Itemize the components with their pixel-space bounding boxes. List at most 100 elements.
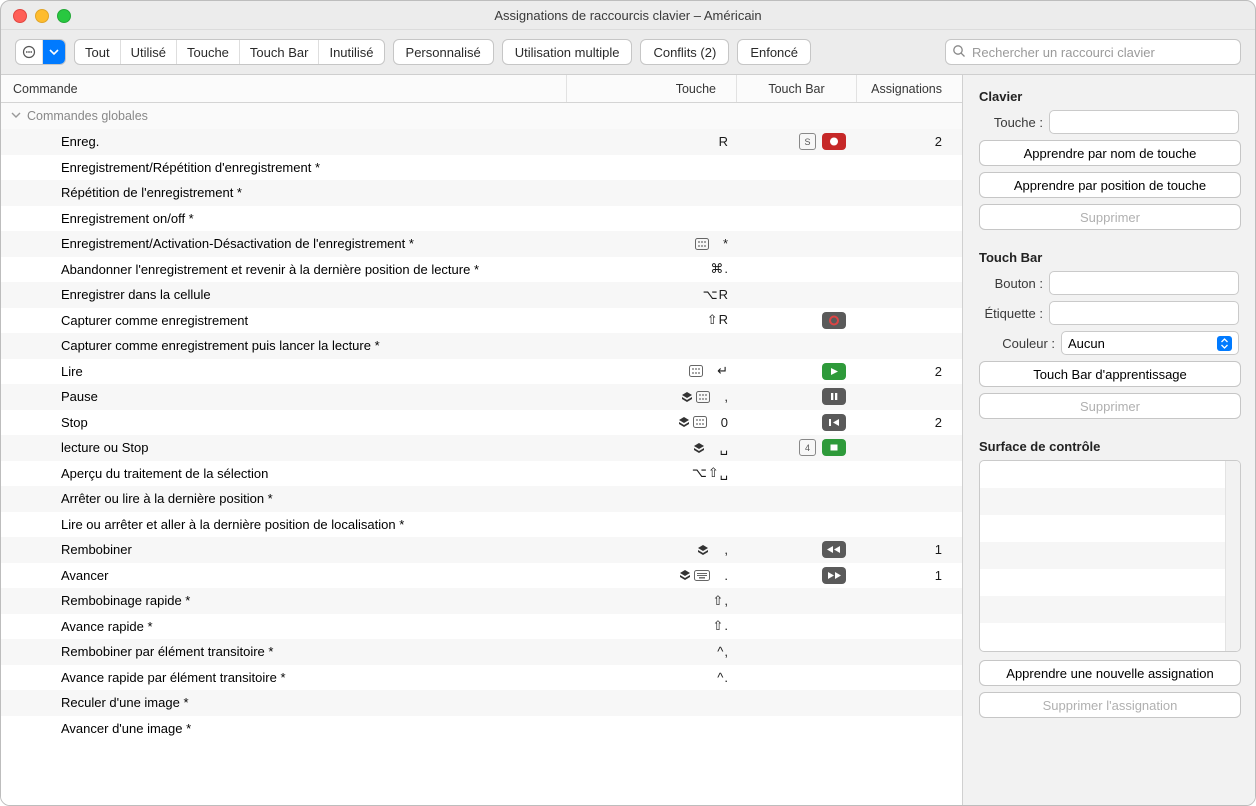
touchbar-cell <box>737 486 857 512</box>
assignments-cell <box>857 257 962 283</box>
command-cell: Rembobiner par élément transitoire * <box>1 639 567 665</box>
command-label: Capturer comme enregistrement <box>61 313 248 328</box>
col-key[interactable]: Touche <box>567 75 737 102</box>
learn-by-name-button[interactable]: Apprendre par nom de touche <box>979 140 1241 166</box>
learn-assignment-button[interactable]: Apprendre une nouvelle assignation <box>979 660 1241 686</box>
command-cell: Enregistrement/Activation-Désactivation … <box>1 231 567 257</box>
minimize-icon[interactable] <box>35 9 49 23</box>
table-row[interactable]: Avance rapide par élément transitoire *^… <box>1 665 962 691</box>
assignments-cell <box>857 206 962 232</box>
pressed-button[interactable]: Enfoncé <box>737 39 811 65</box>
disclosure-icon[interactable] <box>11 109 21 123</box>
command-label: Stop <box>61 415 88 430</box>
table-row[interactable]: Enregistrement/Répétition d'enregistreme… <box>1 155 962 181</box>
touchbar-pause-icon <box>821 388 847 405</box>
customized-button[interactable]: Personnalisé <box>393 39 494 65</box>
assignments-cell <box>857 690 962 716</box>
filter-utilise[interactable]: Utilisé <box>121 40 177 64</box>
table-row[interactable]: Lire ou arrêter et aller à la dernière p… <box>1 512 962 538</box>
search-field[interactable] <box>945 39 1241 65</box>
command-label: Répétition de l'enregistrement * <box>61 185 242 200</box>
table-row[interactable]: Enreg.RS2 <box>1 129 962 155</box>
learn-by-position-button[interactable]: Apprendre par position de touche <box>979 172 1241 198</box>
command-label: Enregistrement/Répétition d'enregistreme… <box>61 160 320 175</box>
col-touchbar[interactable]: Touch Bar <box>737 75 857 102</box>
key-cell: ↵ <box>567 359 737 385</box>
tb-label-label: Étiquette : <box>979 306 1043 321</box>
table-row[interactable]: Arrêter ou lire à la dernière position * <box>1 486 962 512</box>
filter-touchbar[interactable]: Touch Bar <box>240 40 320 64</box>
filter-inutilise[interactable]: Inutilisé <box>319 40 383 64</box>
col-command[interactable]: Commande <box>1 75 567 102</box>
table-row[interactable]: Rembobinage rapide *⇧, <box>1 588 962 614</box>
touchbar-learn-button[interactable]: Touch Bar d'apprentissage <box>979 361 1241 387</box>
list-item[interactable] <box>980 461 1225 488</box>
touchbar-index-box: S <box>799 133 816 150</box>
command-label: Rembobinage rapide * <box>61 593 190 608</box>
table-row[interactable]: lecture ou Stop␣4 <box>1 435 962 461</box>
table-row[interactable]: Aperçu du traitement de la sélection⌥⇧␣ <box>1 461 962 487</box>
tb-label-input[interactable] <box>1049 301 1239 325</box>
search-input[interactable] <box>945 39 1241 65</box>
key-input[interactable] <box>1049 110 1239 134</box>
table-row[interactable]: Avance rapide *⇧. <box>1 614 962 640</box>
filter-touche[interactable]: Touche <box>177 40 240 64</box>
conflicts-button[interactable]: Conflits (2) <box>640 39 729 65</box>
table-row[interactable]: Avancer d'une image * <box>1 716 962 742</box>
section-header[interactable]: Commandes globales <box>1 103 962 129</box>
key-cell: ⇧R <box>567 308 737 334</box>
control-surface-list[interactable] <box>979 460 1241 652</box>
key-value: ^, <box>717 644 729 659</box>
multiple-use-button[interactable]: Utilisation multiple <box>502 39 633 65</box>
ellipsis-icon[interactable] <box>16 40 43 64</box>
list-item[interactable] <box>980 596 1225 623</box>
assignments-cell <box>857 384 962 410</box>
delete-assignment-button[interactable]: Supprimer l'assignation <box>979 692 1241 718</box>
scrollbar[interactable] <box>1225 461 1240 651</box>
command-label: Enregistrer dans la cellule <box>61 287 211 302</box>
table-row[interactable]: Pause, <box>1 384 962 410</box>
key-value: ⇧. <box>712 618 729 634</box>
view-mode-pill[interactable] <box>15 39 66 65</box>
table-body[interactable]: Commandes globales Enreg.RS2 Enregistreme… <box>1 103 962 805</box>
list-item[interactable] <box>980 569 1225 596</box>
keyboard-delete-button[interactable]: Supprimer <box>979 204 1241 230</box>
key-cell: ^. <box>567 665 737 691</box>
assignments-cell <box>857 486 962 512</box>
filter-tout[interactable]: Tout <box>75 40 121 64</box>
table-row[interactable]: Reculer d'une image * <box>1 690 962 716</box>
key-value: ⌘. <box>710 261 729 277</box>
table-row[interactable]: Enregistrement on/off * <box>1 206 962 232</box>
touchbar-delete-button[interactable]: Supprimer <box>979 393 1241 419</box>
table-row[interactable]: Rembobiner par élément transitoire * ^, <box>1 639 962 665</box>
zoom-icon[interactable] <box>57 9 71 23</box>
table-row[interactable]: Enregistrement/Activation-Désactivation … <box>1 231 962 257</box>
layers-icon <box>680 391 694 403</box>
table-row[interactable]: Enregistrer dans la cellule⌥R <box>1 282 962 308</box>
table-row[interactable]: Lire↵2 <box>1 359 962 385</box>
chevron-down-icon[interactable] <box>43 40 65 64</box>
table-row[interactable]: Avancer.1 <box>1 563 962 589</box>
tb-color-select[interactable]: Aucun <box>1061 331 1239 355</box>
command-cell: Avance rapide par élément transitoire * <box>1 665 567 691</box>
command-cell: lecture ou Stop <box>1 435 567 461</box>
list-item[interactable] <box>980 623 1225 650</box>
command-label: Enregistrement/Activation-Désactivation … <box>61 236 414 251</box>
list-item[interactable] <box>980 488 1225 515</box>
table-row[interactable]: Répétition de l'enregistrement * <box>1 180 962 206</box>
col-assignments[interactable]: Assignations <box>857 75 962 102</box>
key-value: ↵ <box>717 363 729 379</box>
table-row[interactable]: Rembobiner,1 <box>1 537 962 563</box>
table-row[interactable]: Capturer comme enregistrement ⇧R <box>1 308 962 334</box>
table-row[interactable]: Abandonner l'enregistrement et revenir à… <box>1 257 962 283</box>
table-row[interactable]: Capturer comme enregistrement puis lance… <box>1 333 962 359</box>
touchbar-cell <box>737 308 857 334</box>
list-item[interactable] <box>980 515 1225 542</box>
tb-button-input[interactable] <box>1049 271 1239 295</box>
layers-icon <box>678 569 692 581</box>
command-cell: Capturer comme enregistrement puis lance… <box>1 333 567 359</box>
close-icon[interactable] <box>13 9 27 23</box>
table-row[interactable]: Stop02 <box>1 410 962 436</box>
list-item[interactable] <box>980 542 1225 569</box>
filter-segmented[interactable]: Tout Utilisé Touche Touch Bar Inutilisé <box>74 39 385 65</box>
